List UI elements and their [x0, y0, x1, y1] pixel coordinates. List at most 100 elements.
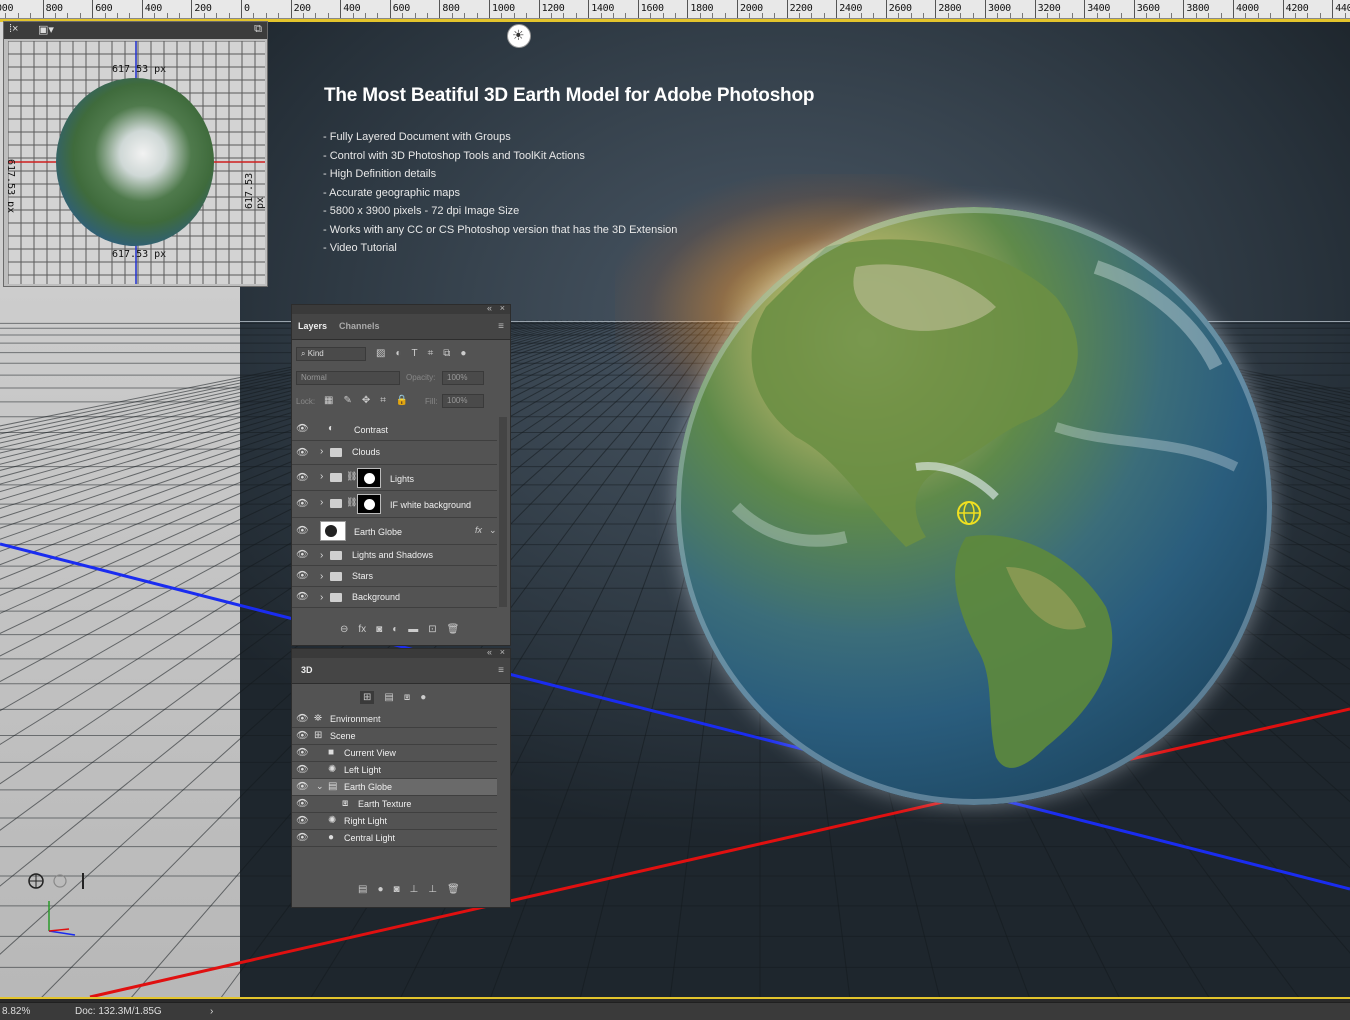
scene-item[interactable]: 👁 ⧆ Earth Texture	[292, 796, 497, 813]
layers-scrollbar[interactable]	[499, 417, 507, 607]
visibility-eye-icon[interactable]: 👁	[296, 592, 309, 603]
visibility-eye-icon[interactable]: 👁	[296, 571, 309, 582]
visibility-eye-icon[interactable]: 👁	[296, 731, 309, 742]
opacity-field[interactable]: 100%	[442, 371, 484, 385]
zoom-level[interactable]: 8.82%	[2, 1006, 30, 1017]
visibility-eye-icon[interactable]: 👁	[296, 550, 309, 561]
link-icon[interactable]: ⊖	[340, 624, 348, 635]
visibility-eye-icon[interactable]: 👁	[296, 799, 309, 810]
adjustment-icon[interactable]: ◐	[392, 624, 398, 635]
expand-chevron-icon[interactable]: ›	[320, 471, 323, 482]
expand-chevron-icon[interactable]: ›	[320, 497, 323, 508]
layer-row[interactable]: 👁 › Stars	[292, 566, 497, 587]
lock-artboard-icon[interactable]: ⌗	[380, 395, 386, 406]
panel-menu-icon[interactable]: ≡	[498, 665, 504, 676]
3d-orientation-widget[interactable]	[25, 871, 105, 951]
expand-chevron-icon[interactable]: ›	[320, 571, 323, 582]
new-group-icon[interactable]: ▬	[408, 624, 418, 635]
mask-link-icon[interactable]: ⛓	[346, 471, 357, 482]
visibility-eye-icon[interactable]: 👁	[296, 782, 309, 793]
visibility-eye-icon[interactable]: 👁	[296, 816, 309, 827]
scene-item[interactable]: 👁 ✺ Right Light	[292, 813, 497, 830]
3d-layer-thumbnail[interactable]	[320, 521, 346, 541]
blend-mode-select[interactable]: Normal	[296, 371, 400, 385]
secondary-view-panel[interactable]: ⁞× ▣▾ ⧉ 617.53 px 617.53 px 617.53 px 61…	[3, 21, 268, 287]
visibility-eye-icon[interactable]: 👁	[296, 472, 309, 483]
3d-panel[interactable]: « × 3D ≡ ⊞ ▤ ⧆ ● 👁 ⛯ Environment 👁 ⊞ Scene 👁 ■ Curre…	[291, 647, 511, 908]
tab-3d[interactable]: 3D	[301, 665, 313, 675]
type-filter-icon[interactable]: T	[412, 348, 418, 359]
visibility-eye-icon[interactable]: 👁	[296, 714, 309, 725]
visibility-eye-icon[interactable]: 👁	[296, 765, 309, 776]
scene-item[interactable]: 👁 ⊞ Scene	[292, 728, 497, 745]
layer-row[interactable]: 👁 › Clouds	[292, 441, 497, 465]
add-mask-icon[interactable]: ◙	[376, 624, 382, 635]
pixel-filter-icon[interactable]: ▨	[376, 348, 385, 359]
tab-channels[interactable]: Channels	[339, 321, 380, 331]
scene-item[interactable]: 👁 ⛯ Environment	[292, 711, 497, 728]
scene-item[interactable]: 👁 ■ Current View	[292, 745, 497, 762]
scene-item[interactable]: 👁 ✺ Left Light	[292, 762, 497, 779]
layer-row[interactable]: 👁 ◐ Contrast	[292, 417, 497, 441]
trash-icon[interactable]: 🗑	[447, 884, 460, 895]
layer-mask-thumbnail[interactable]	[357, 468, 381, 488]
close-icon[interactable]: ×	[500, 303, 505, 313]
meshes-icon[interactable]: ▤	[384, 692, 393, 703]
visibility-eye-icon[interactable]: 👁	[296, 423, 309, 434]
layer-row[interactable]: 👁 › ⛓ Lights	[292, 465, 497, 491]
new-layer-icon[interactable]: ⊡	[428, 624, 436, 635]
filter-toggle-icon[interactable]: ●	[460, 348, 466, 359]
visibility-eye-icon[interactable]: 👁	[296, 499, 309, 510]
smartobject-filter-icon[interactable]: ⧉	[443, 348, 450, 359]
panel-grip-icon[interactable]: ⁞×	[9, 23, 18, 35]
close-icon[interactable]: ×	[500, 647, 505, 657]
move-to-ground-icon[interactable]: ⊥	[428, 884, 437, 895]
whole-scene-icon[interactable]: ⊞	[360, 691, 375, 704]
layer-row[interactable]: 👁 › ⛓ IF white background	[292, 491, 497, 518]
render-icon[interactable]: ◙	[394, 884, 400, 895]
layer-row[interactable]: 👁 Earth Globe fx ⌄	[292, 518, 497, 545]
layer-row[interactable]: 👁 › Lights and Shadows	[292, 545, 497, 566]
3d-axis-gizmo-icon[interactable]	[955, 499, 983, 527]
lights-icon[interactable]: ●	[420, 692, 426, 703]
scene-item[interactable]: 👁 ⌄ ▤ Earth Globe	[292, 779, 497, 796]
visibility-eye-icon[interactable]: 👁	[296, 833, 309, 844]
scene-item[interactable]: 👁 ● Central Light	[292, 830, 497, 847]
shape-filter-icon[interactable]: ⌗	[428, 348, 434, 359]
visibility-eye-icon[interactable]: 👁	[296, 447, 309, 458]
expand-chevron-icon[interactable]: ›	[320, 446, 323, 457]
layer-fx-badge[interactable]: fx	[475, 525, 482, 535]
swap-view-icon[interactable]: ⧉	[254, 23, 262, 36]
fx-icon[interactable]: fx	[358, 624, 366, 635]
ground-drop-icon[interactable]: ⊥	[410, 884, 419, 895]
mask-link-icon[interactable]: ⛓	[346, 497, 357, 508]
fill-field[interactable]: 100%	[442, 394, 484, 408]
light-gizmo-button[interactable]: ☀	[507, 24, 531, 48]
layer-row[interactable]: 👁 › Background	[292, 587, 497, 608]
light-add-icon[interactable]: ●	[377, 884, 383, 895]
lock-transparent-icon[interactable]: ▦	[324, 395, 333, 406]
mesh-add-icon[interactable]: ▤	[358, 884, 367, 895]
expand-chevron-icon[interactable]: ⌄	[316, 781, 324, 792]
collapse-icon[interactable]: «	[487, 303, 492, 313]
filter-kind-select[interactable]: ⌕ Kind	[296, 347, 366, 361]
trash-icon[interactable]: 🗑	[447, 624, 460, 635]
expand-chevron-icon[interactable]: ›	[320, 592, 323, 603]
status-menu-arrow-icon[interactable]: ›	[210, 1006, 213, 1017]
layers-panel[interactable]: « × Layers Channels ≡ ⌕ Kind ▨ ◐ T ⌗ ⧉ ● Norma…	[291, 303, 511, 646]
collapse-icon[interactable]: «	[487, 647, 492, 657]
lock-all-icon[interactable]: 🔒	[396, 395, 408, 406]
panel-menu-icon[interactable]: ≡	[498, 321, 504, 332]
visibility-eye-icon[interactable]: 👁	[296, 526, 309, 537]
expand-chevron-icon[interactable]: ›	[320, 550, 323, 561]
horizontal-ruler[interactable]: 0008006004002000200400600800100012001400…	[0, 0, 1350, 19]
lock-position-icon[interactable]: ✥	[362, 395, 370, 406]
lock-paint-icon[interactable]: ✎	[343, 395, 351, 406]
materials-icon[interactable]: ⧆	[404, 692, 410, 703]
visibility-eye-icon[interactable]: 👁	[296, 748, 309, 759]
view-select-icon[interactable]: ▣▾	[38, 23, 54, 36]
adjustment-filter-icon[interactable]: ◐	[395, 348, 401, 359]
chevron-down-icon[interactable]: ⌄	[489, 525, 497, 536]
tab-layers[interactable]: Layers	[298, 321, 327, 331]
layer-mask-thumbnail[interactable]	[357, 494, 381, 514]
